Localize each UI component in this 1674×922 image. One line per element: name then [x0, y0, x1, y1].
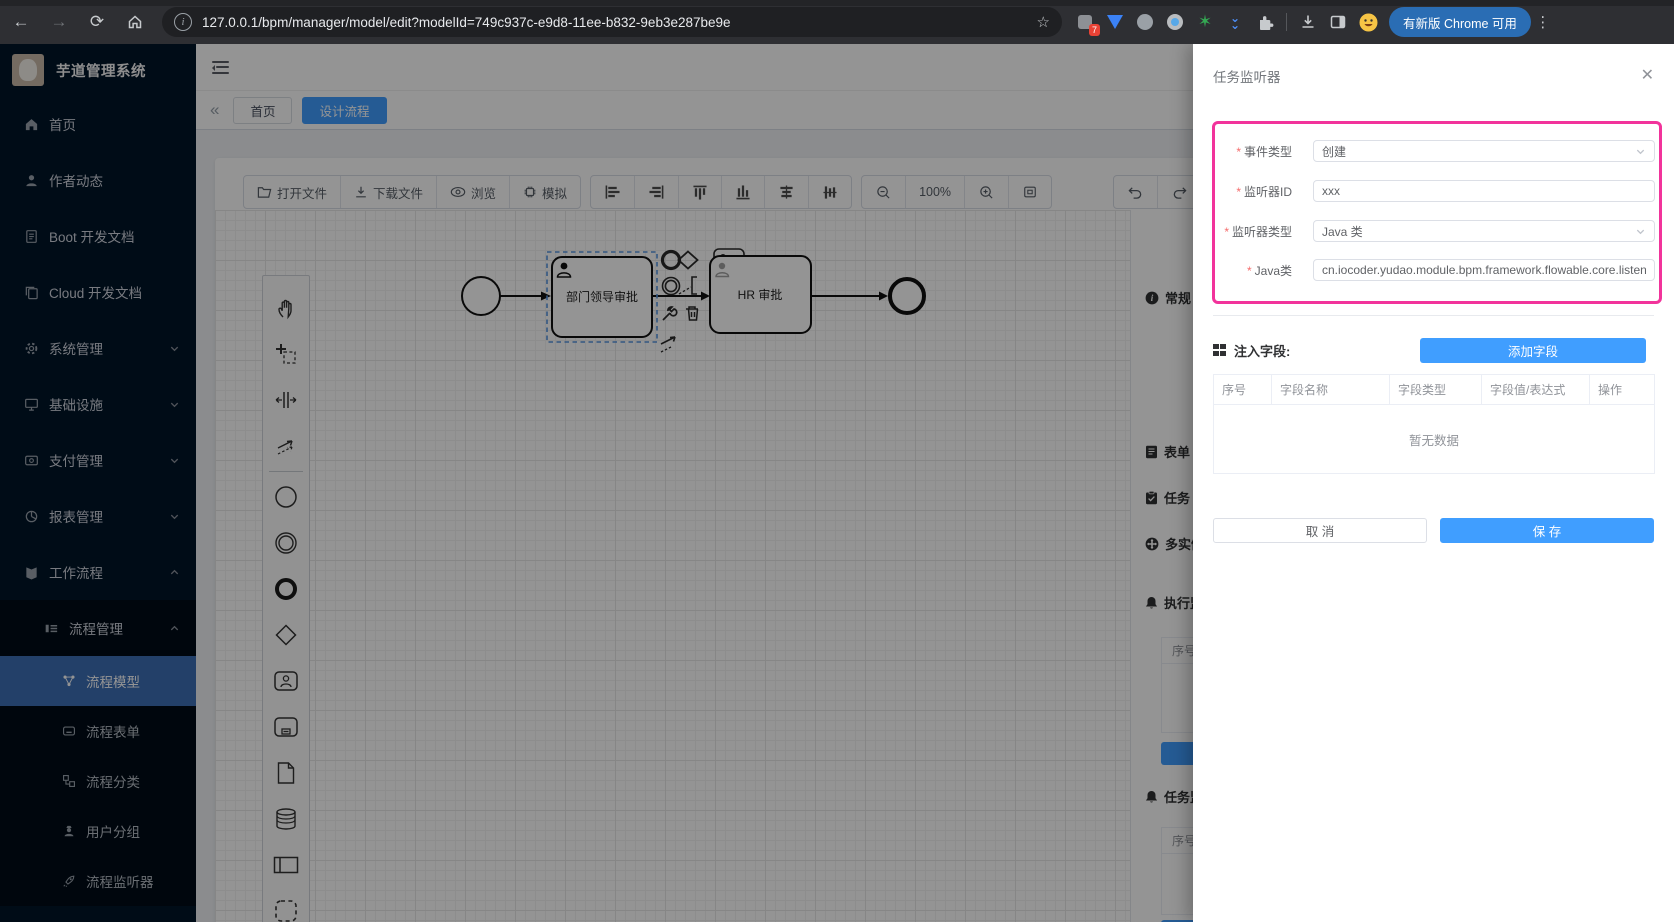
field-label-listener-type: *监听器类型 [1182, 223, 1292, 240]
profile-avatar[interactable] [1359, 13, 1377, 31]
col-seq: 序号 [1214, 375, 1272, 404]
inject-fields-label: 注入字段: [1234, 341, 1290, 360]
home-icon[interactable] [118, 5, 152, 39]
field-label-event-type: *事件类型 [1182, 143, 1292, 160]
chevron-down-icon [1635, 226, 1646, 237]
save-button[interactable]: 保 存 [1440, 518, 1654, 543]
event-type-select[interactable]: 创建 [1313, 140, 1655, 162]
grid-icon [1213, 344, 1226, 357]
toolbar-divider [1286, 13, 1287, 31]
side-panel-icon[interactable] [1329, 13, 1347, 31]
modal-mask[interactable] [0, 44, 1193, 922]
cancel-button[interactable]: 取 消 [1213, 518, 1427, 543]
extension-grey-icon[interactable] [1136, 13, 1154, 31]
address-bar[interactable]: i 127.0.0.1/bpm/manager/model/edit?model… [162, 7, 1062, 37]
java-class-input[interactable] [1313, 259, 1655, 281]
reload-icon[interactable]: ⟳ [80, 5, 114, 39]
browser-toolbar: ← → ⟳ i 127.0.0.1/bpm/manager/model/edit… [0, 0, 1674, 44]
extension-chevrons-icon[interactable]: ⌄⌄ [1226, 13, 1244, 31]
task-listener-drawer: 任务监听器 ✕ *事件类型 创建 *监听器ID *监听器类型 Java 类 *J… [1193, 44, 1674, 922]
inject-fields-table: 序号 字段名称 字段类型 字段值/表达式 操作 暂无数据 [1213, 374, 1655, 474]
col-ops: 操作 [1590, 375, 1654, 404]
listener-id-input[interactable] [1313, 180, 1655, 202]
site-info-icon[interactable]: i [174, 13, 192, 31]
back-icon[interactable]: ← [4, 5, 38, 39]
browser-menu-icon[interactable]: ⋮ [1535, 13, 1551, 31]
url-text: 127.0.0.1/bpm/manager/model/edit?modelId… [202, 15, 731, 30]
downloads-icon[interactable] [1299, 13, 1317, 31]
empty-placeholder: 暂无数据 [1214, 405, 1654, 473]
extension-dot-icon[interactable] [1166, 13, 1184, 31]
extension-badge-icon[interactable]: 7 [1076, 13, 1094, 31]
field-label-listener-id: *监听器ID [1182, 183, 1292, 200]
bookmark-star-icon[interactable]: ☆ [1037, 13, 1050, 31]
app-root: ← → ⟳ i 127.0.0.1/bpm/manager/model/edit… [0, 0, 1674, 922]
extensions-puzzle-icon[interactable] [1256, 13, 1274, 31]
col-name: 字段名称 [1272, 375, 1390, 404]
chrome-update-button[interactable]: 有新版 Chrome 可用 [1389, 7, 1531, 37]
forward-icon[interactable]: → [42, 5, 76, 39]
col-type: 字段类型 [1390, 375, 1482, 404]
section-divider [1213, 315, 1654, 316]
listener-type-select[interactable]: Java 类 [1313, 220, 1655, 242]
drawer-title: 任务监听器 [1213, 66, 1281, 86]
extension-icons: 7 ✶ ⌄⌄ [1076, 13, 1377, 31]
col-value: 字段值/表达式 [1482, 375, 1590, 404]
extension-kite-icon[interactable] [1106, 13, 1124, 31]
field-label-java-class: *Java类 [1182, 262, 1292, 279]
extension-star-icon[interactable]: ✶ [1196, 13, 1214, 31]
drawer-close-icon[interactable]: ✕ [1641, 68, 1654, 84]
chevron-down-icon [1635, 146, 1646, 157]
add-field-button[interactable]: 添加字段 [1420, 338, 1646, 363]
